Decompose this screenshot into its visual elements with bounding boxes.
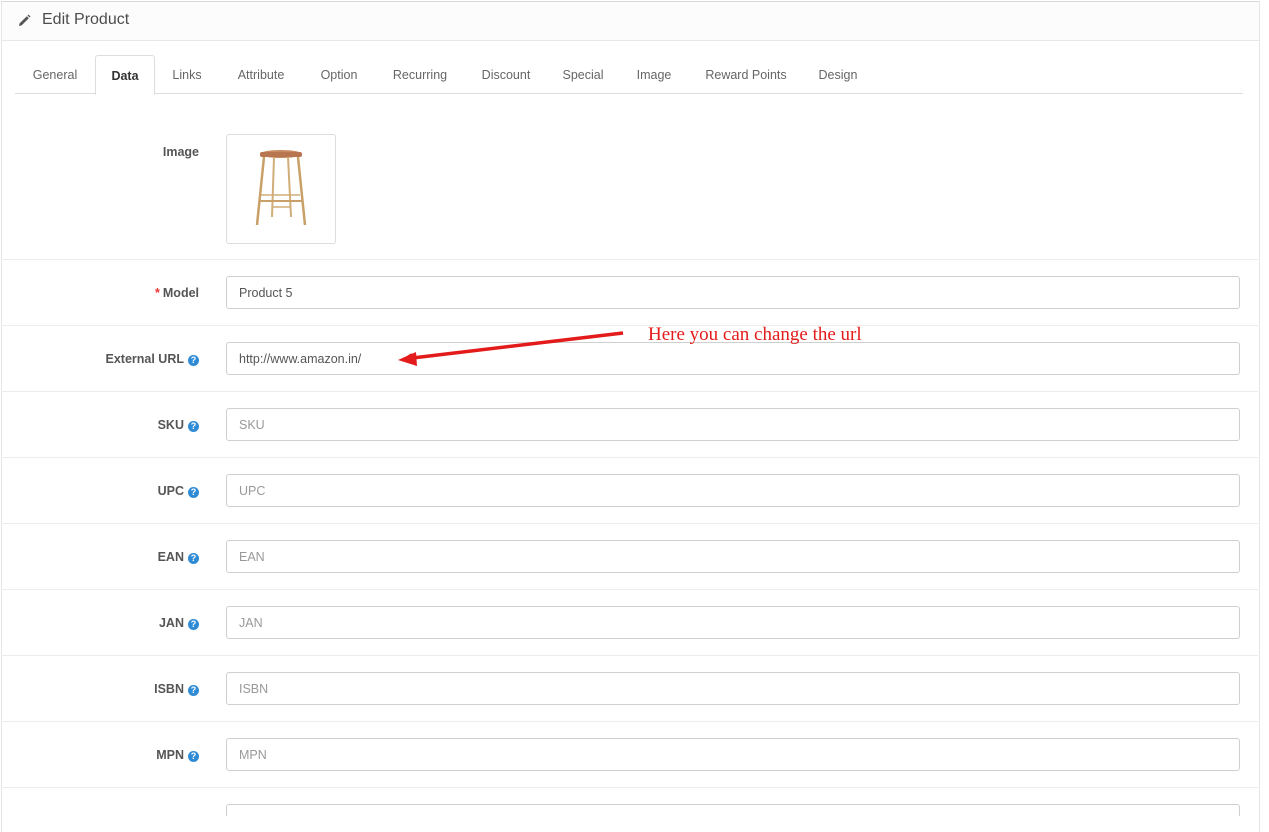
jan-label-text: JAN [158, 616, 184, 630]
tab-reward-points[interactable]: Reward Points [696, 55, 796, 93]
tab-option[interactable]: Option [310, 55, 368, 93]
ean-input[interactable] [226, 540, 1240, 573]
tab-attribute[interactable]: Attribute [225, 55, 297, 93]
help-icon[interactable]: ? [188, 355, 199, 366]
tab-special[interactable]: Special [555, 55, 611, 93]
upc-label: UPC? [158, 484, 199, 498]
isbn-input[interactable] [226, 672, 1240, 705]
sku-label: SKU? [158, 418, 199, 432]
tab-image[interactable]: Image [627, 55, 681, 93]
help-icon[interactable]: ? [188, 421, 199, 432]
product-image-thumbnail[interactable] [226, 134, 336, 244]
tab-data[interactable]: Data [95, 55, 155, 95]
stool-image [255, 150, 307, 226]
annotation-text: Here you can change the url [648, 324, 862, 345]
model-label-text: Model [162, 286, 199, 300]
required-asterisk: * [155, 286, 160, 300]
image-row: Image [1, 96, 1258, 260]
help-icon[interactable]: ? [188, 487, 199, 498]
ean-label: EAN? [158, 550, 199, 564]
ean-label-text: EAN [157, 550, 184, 564]
help-icon[interactable]: ? [188, 619, 199, 630]
panel-heading: Edit Product [2, 2, 1259, 41]
isbn-label-text: ISBN [154, 682, 184, 696]
upc-input[interactable] [226, 474, 1240, 507]
tab-discount[interactable]: Discount [470, 55, 542, 93]
external-url-label: External URL? [105, 352, 199, 366]
tab-links[interactable]: Links [161, 55, 213, 93]
model-input[interactable] [226, 276, 1240, 309]
next-field-input-partial[interactable] [226, 804, 1240, 816]
mpn-input[interactable] [226, 738, 1240, 771]
tab-design[interactable]: Design [811, 55, 865, 93]
tab-general[interactable]: General [15, 55, 95, 93]
upc-label-text: UPC [157, 484, 184, 498]
model-label: * Model [155, 286, 199, 300]
help-icon[interactable]: ? [188, 685, 199, 696]
image-label: Image [162, 145, 199, 159]
external-url-label-text: External URL [105, 352, 185, 366]
page-title: Edit Product [42, 11, 130, 28]
external-url-input[interactable] [226, 342, 1240, 375]
jan-label: JAN? [159, 616, 199, 630]
isbn-label: ISBN? [154, 682, 199, 696]
mpn-label: MPN? [156, 748, 199, 762]
tab-recurring[interactable]: Recurring [381, 55, 459, 93]
sku-label-text: SKU [157, 418, 184, 432]
tab-bar: General Data Links Attribute Option Recu… [15, 55, 1243, 95]
mpn-label-text: MPN [156, 748, 184, 762]
sku-input[interactable] [226, 408, 1240, 441]
help-icon[interactable]: ? [188, 751, 199, 762]
pencil-icon [19, 14, 31, 26]
help-icon[interactable]: ? [188, 553, 199, 564]
jan-input[interactable] [226, 606, 1240, 639]
